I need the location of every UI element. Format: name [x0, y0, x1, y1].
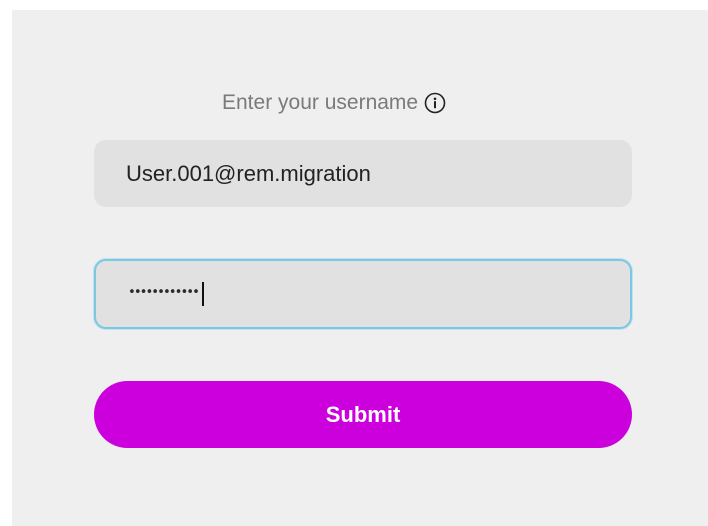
password-input[interactable]: ••••••••••••	[94, 259, 632, 329]
submit-button[interactable]: Submit	[94, 381, 632, 448]
password-mask: ••••••••••••	[128, 284, 200, 300]
username-input[interactable]	[94, 140, 632, 207]
text-caret	[201, 282, 204, 306]
username-prompt: Enter your username	[222, 90, 446, 116]
username-prompt-label: Enter your username	[222, 91, 419, 114]
info-icon-graphic	[424, 92, 446, 114]
info-icon[interactable]	[424, 92, 446, 114]
